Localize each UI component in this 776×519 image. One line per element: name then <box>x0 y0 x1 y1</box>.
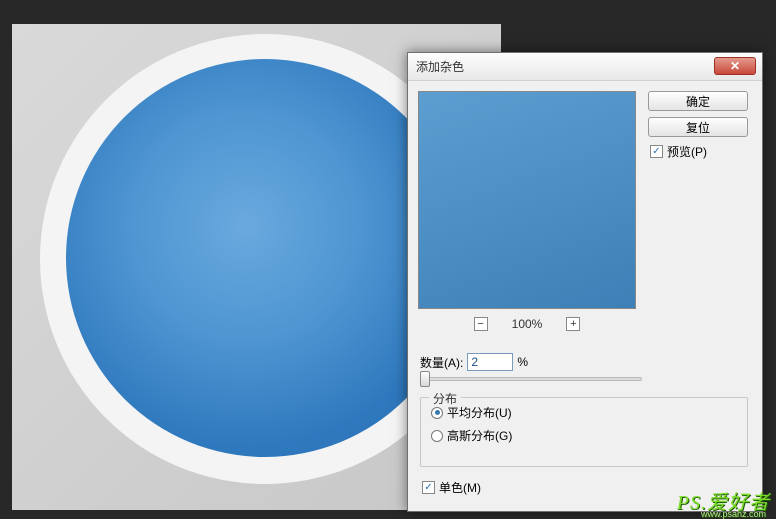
gaussian-radio-row[interactable]: 高斯分布(G) <box>431 427 737 444</box>
preview-checkbox-row[interactable]: ✓ 预览(P) <box>650 143 752 160</box>
amount-slider-thumb[interactable] <box>420 371 430 387</box>
monochrome-checkbox[interactable]: ✓ <box>422 481 435 494</box>
amount-row: 数量(A): % <box>420 353 528 371</box>
ok-button[interactable]: 确定 <box>648 91 748 111</box>
distribution-title: 分布 <box>429 390 461 407</box>
dialog-titlebar[interactable]: 添加杂色 ✕ <box>408 53 762 81</box>
close-icon: ✕ <box>730 59 740 73</box>
blue-circle-shape <box>66 59 464 457</box>
minus-icon: − <box>477 319 483 330</box>
watermark-url: www.psahz.com <box>701 509 766 519</box>
preview-checkbox[interactable]: ✓ <box>650 145 663 158</box>
uniform-radio[interactable] <box>431 407 443 419</box>
amount-label: 数量(A): <box>420 354 463 371</box>
amount-unit: % <box>517 355 528 369</box>
add-noise-dialog: 添加杂色 ✕ − 100% + 确定 复位 ✓ 预览(P) 数量(A): % <box>407 52 763 512</box>
distribution-group: 分布 平均分布(U) 高斯分布(G) <box>420 397 748 467</box>
gaussian-label: 高斯分布(G) <box>447 427 512 444</box>
zoom-in-button[interactable]: + <box>566 317 580 331</box>
zoom-out-button[interactable]: − <box>474 317 488 331</box>
reset-button[interactable]: 复位 <box>648 117 748 137</box>
dialog-right-controls: 确定 复位 ✓ 预览(P) <box>648 91 752 160</box>
monochrome-label: 单色(M) <box>439 479 481 496</box>
amount-slider-track[interactable] <box>420 377 642 381</box>
zoom-value: 100% <box>512 317 543 331</box>
close-button[interactable]: ✕ <box>714 57 756 75</box>
preview-label: 预览(P) <box>667 143 707 160</box>
radio-dot-icon <box>435 410 440 415</box>
monochrome-row[interactable]: ✓ 单色(M) <box>422 479 481 496</box>
zoom-controls: − 100% + <box>418 317 636 331</box>
dialog-body: − 100% + 确定 复位 ✓ 预览(P) 数量(A): % 分布 平均分布(… <box>408 81 762 511</box>
uniform-radio-row[interactable]: 平均分布(U) <box>431 404 737 421</box>
gaussian-radio[interactable] <box>431 430 443 442</box>
noise-preview[interactable] <box>418 91 636 309</box>
dialog-title: 添加杂色 <box>416 58 464 75</box>
amount-input[interactable] <box>467 353 513 371</box>
plus-icon: + <box>570 319 576 330</box>
